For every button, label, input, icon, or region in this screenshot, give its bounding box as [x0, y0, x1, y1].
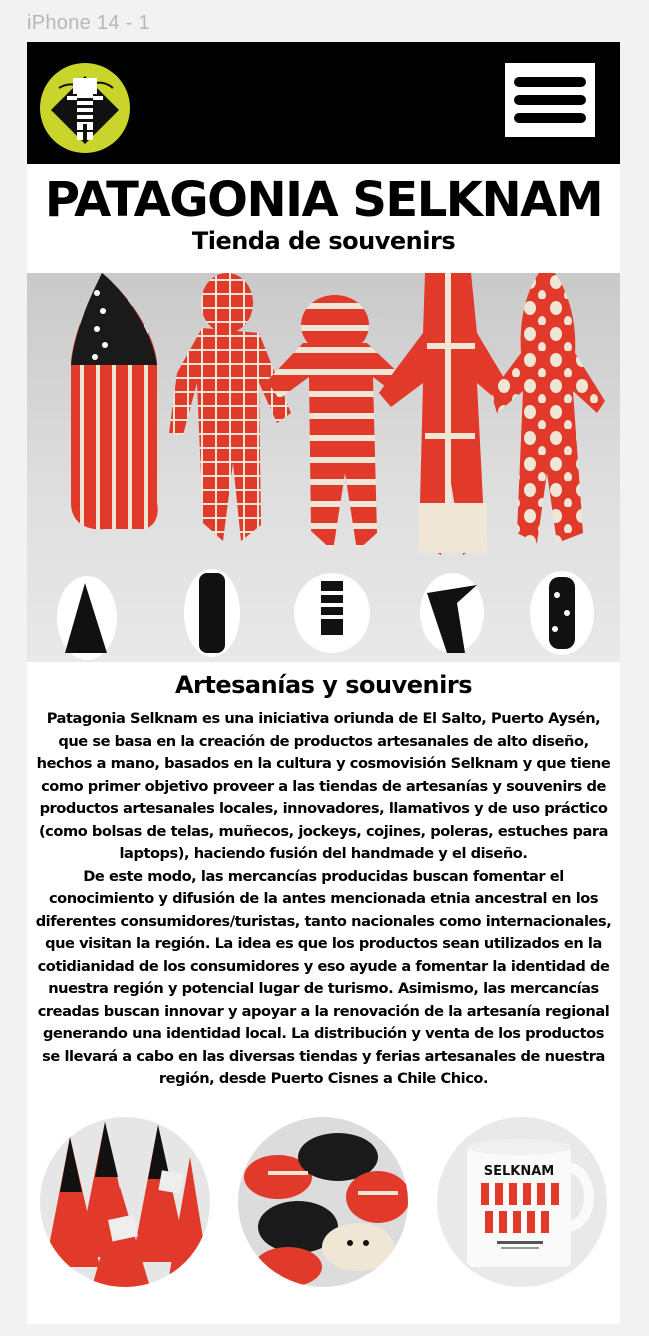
frame-label: iPhone 14 - 1: [27, 12, 150, 34]
gallery-photo-mini-dolls[interactable]: [238, 1117, 408, 1287]
selknam-spirit-logo-icon[interactable]: [39, 62, 131, 154]
about-paragraph-1: Patagonia Selknam es una iniciativa oriu…: [36, 710, 611, 862]
cone-dolls-photo: [40, 1117, 210, 1287]
hamburger-menu-bar: [514, 113, 586, 123]
page-subtitle: Tienda de souvenirs: [191, 227, 456, 255]
about-paragraph-2: De este modo, las mercancías producidas …: [35, 867, 612, 1088]
hamburger-menu-icon: [514, 77, 586, 87]
mini-dolls-photo: [238, 1117, 408, 1287]
mug-text: SELKNAM: [484, 1164, 554, 1179]
section-heading: Artesanías y souvenirs: [174, 671, 473, 699]
dotted-doll: [491, 273, 605, 543]
striped-doll: [267, 295, 407, 551]
gallery-photo-mug[interactable]: SELKNAM: [437, 1117, 607, 1287]
site-header: [27, 42, 620, 164]
phone-artboard: PATAGONIA SELKNAM Tienda de souvenirs Ar…: [27, 42, 620, 1324]
hero-image: [27, 273, 620, 662]
gallery-photo-cone-dolls[interactable]: [40, 1117, 210, 1287]
selknam-mug-photo: SELKNAM: [437, 1117, 607, 1287]
selknam-dolls-illustration: [57, 273, 605, 660]
cone-doll: [71, 273, 158, 530]
cross-doll: [379, 273, 513, 555]
hamburger-menu-button[interactable]: [505, 63, 595, 137]
about-text: Patagonia Selknam es una iniciativa oriu…: [35, 708, 612, 1091]
figure-stickers: [57, 569, 594, 660]
grid-doll: [169, 273, 291, 541]
page-title: PATAGONIA SELKNAM: [44, 172, 604, 228]
hamburger-menu-bar: [514, 95, 586, 105]
